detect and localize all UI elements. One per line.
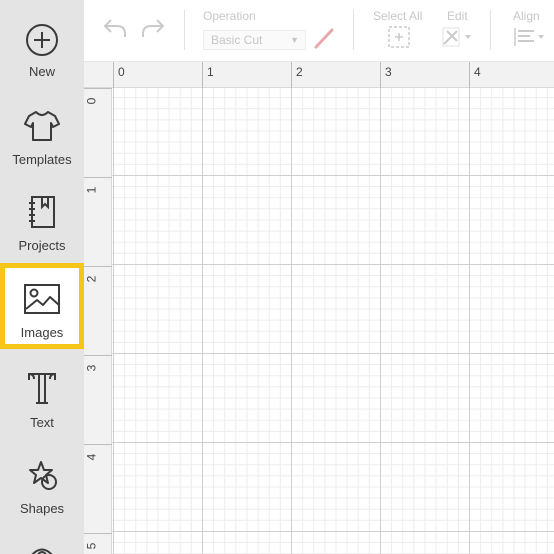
ruler-ticks xyxy=(113,62,470,88)
ruler-ticks xyxy=(84,88,112,534)
image-icon xyxy=(22,279,62,319)
edit-tools-icon xyxy=(441,26,475,53)
sidebar-item-label: Shapes xyxy=(19,501,65,516)
select-all-button[interactable] xyxy=(387,25,411,53)
plus-circle-icon xyxy=(22,20,62,60)
sidebar-item-shapes[interactable]: Shapes xyxy=(0,435,84,521)
chevron-down-icon: ▼ xyxy=(290,35,299,45)
sidebar-item-new[interactable]: New xyxy=(0,0,84,86)
undo-icon xyxy=(102,17,128,44)
align-dropdown[interactable] xyxy=(510,27,550,51)
sidebar-item-projects[interactable]: Projects xyxy=(0,172,84,258)
operation-label: Operation xyxy=(203,9,256,23)
select-all-label: Select All xyxy=(373,9,423,23)
toolbar-divider xyxy=(353,10,354,50)
edit-dropdown[interactable] xyxy=(440,27,476,51)
undo-button[interactable] xyxy=(100,16,130,44)
sidebar-item-label: Templates xyxy=(12,152,72,167)
align-left-icon xyxy=(512,26,548,53)
redo-button[interactable] xyxy=(138,16,168,44)
operation-select[interactable]: Basic Cut ▼ xyxy=(203,30,306,50)
sidebar-item-label: Text xyxy=(30,415,54,430)
sidebar-item-label: Projects xyxy=(18,238,66,253)
ruler-horizontal: 0 1 2 3 4 xyxy=(84,62,554,88)
pen-stroke-icon xyxy=(313,27,335,54)
operation-value: Basic Cut xyxy=(211,33,263,47)
shapes-icon xyxy=(22,455,62,495)
sidebar-item-templates[interactable]: Templates xyxy=(0,86,84,172)
sidebar-item-images[interactable]: Images xyxy=(0,263,84,349)
select-all-icon xyxy=(388,25,410,53)
sidebar-item-label: Images xyxy=(20,325,64,340)
redo-icon xyxy=(140,17,166,44)
edit-label: Edit xyxy=(447,9,468,23)
notebook-icon xyxy=(22,192,62,232)
text-t-icon xyxy=(22,369,62,409)
tshirt-icon xyxy=(22,106,62,146)
ruler-vertical: 0 1 2 3 4 5 xyxy=(84,88,112,554)
sidebar-item-text[interactable]: Text xyxy=(0,349,84,435)
left-sidebar: New Templates Projects Images Text Shape… xyxy=(0,0,84,554)
toolbar-divider xyxy=(184,10,185,50)
line-color-swatch[interactable] xyxy=(312,28,336,52)
toolbar-divider xyxy=(490,10,491,50)
align-label: Align xyxy=(513,9,540,23)
sidebar-item-label: New xyxy=(28,64,55,79)
design-canvas[interactable] xyxy=(112,88,554,554)
partial-icon xyxy=(22,541,62,554)
top-toolbar: Operation Basic Cut ▼ Select All Edit Al… xyxy=(84,0,554,62)
sidebar-item-more[interactable] xyxy=(0,521,84,554)
